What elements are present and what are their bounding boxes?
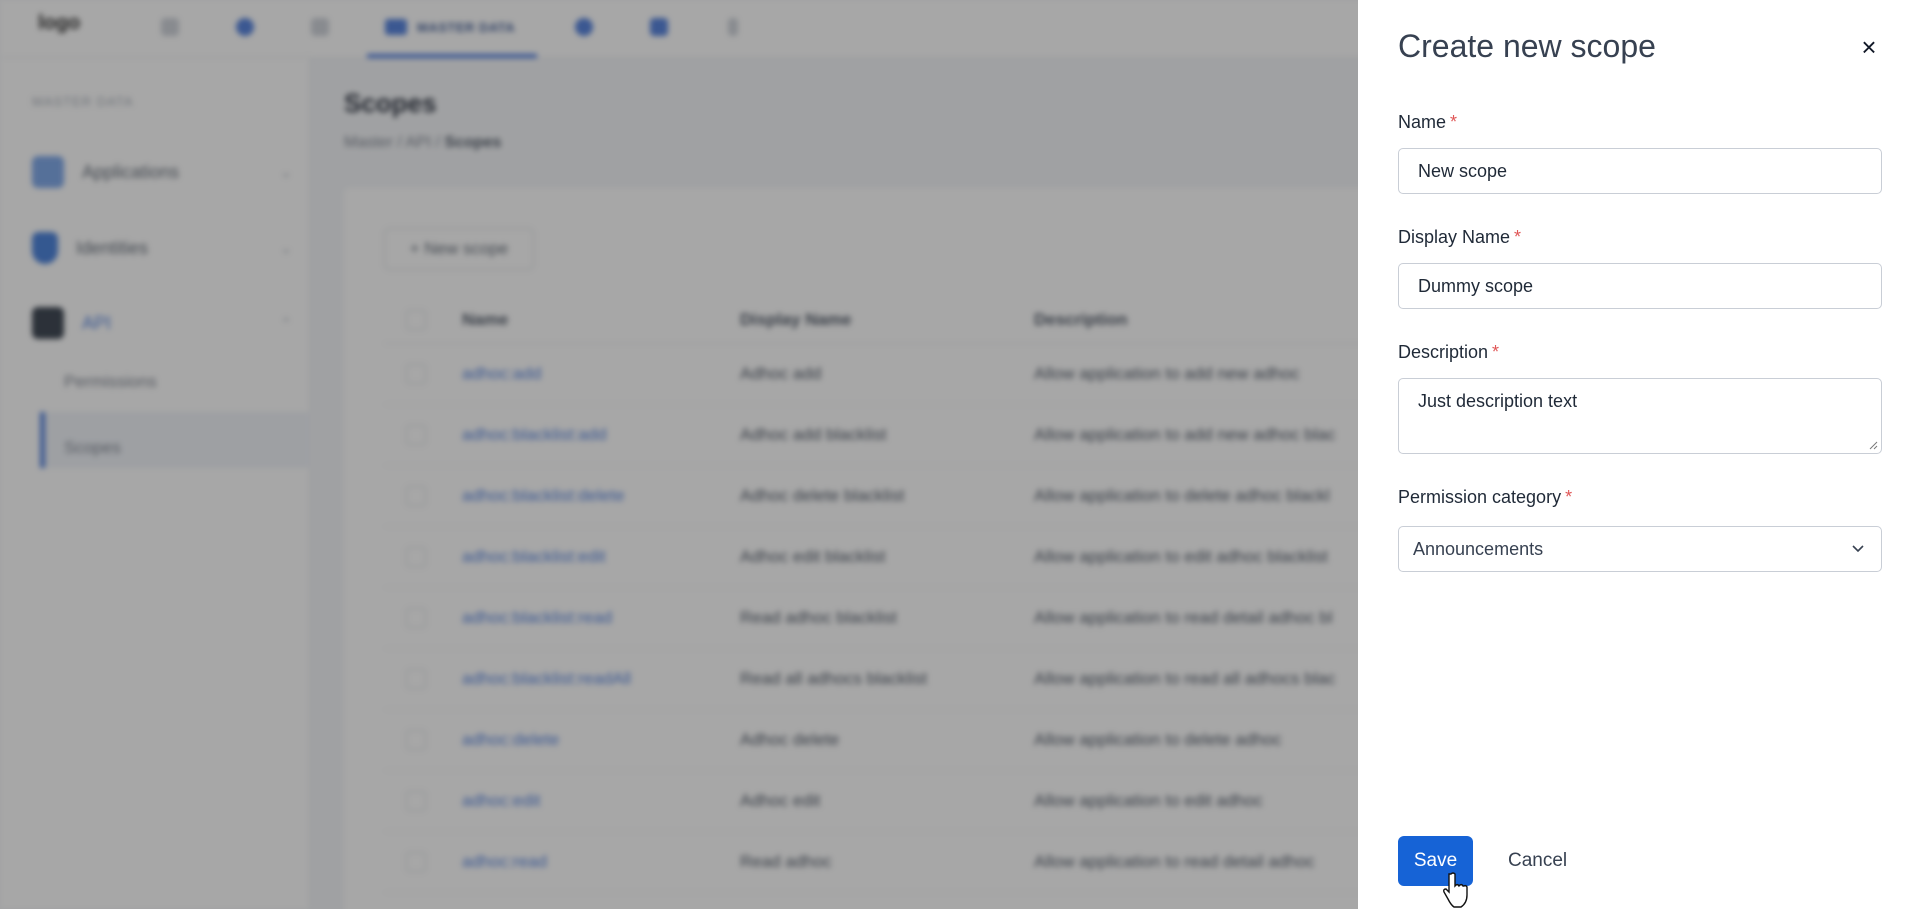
display-name-input[interactable]: [1398, 263, 1882, 309]
cancel-button[interactable]: Cancel: [1498, 836, 1577, 886]
name-field-label: Name *: [1398, 112, 1457, 133]
description-field-label: Description *: [1398, 342, 1499, 363]
label-text: Display Name: [1398, 227, 1511, 247]
required-mark: *: [1514, 227, 1522, 247]
select-value: Announcements: [1413, 538, 1544, 559]
display-name-field-label: Display Name *: [1398, 227, 1521, 248]
chevron-down-icon: [1852, 545, 1864, 553]
label-text: Name: [1398, 112, 1447, 132]
permission-category-select[interactable]: Announcements: [1398, 526, 1882, 572]
label-text: Description: [1398, 342, 1489, 362]
required-mark: *: [1450, 112, 1458, 132]
description-textarea[interactable]: Just description text: [1398, 378, 1882, 454]
required-mark: *: [1565, 487, 1573, 507]
label-text: Permission category: [1398, 487, 1562, 507]
save-button[interactable]: Save: [1398, 836, 1473, 886]
name-input[interactable]: [1398, 148, 1882, 194]
close-icon[interactable]: ×: [1854, 32, 1884, 62]
drawer-title: Create new scope: [1398, 28, 1656, 64]
create-scope-drawer: Create new scope × Name* Display Name* D…: [1358, 0, 1917, 909]
permission-category-field-label: Permission category *: [1398, 487, 1572, 508]
required-mark: *: [1492, 342, 1500, 362]
